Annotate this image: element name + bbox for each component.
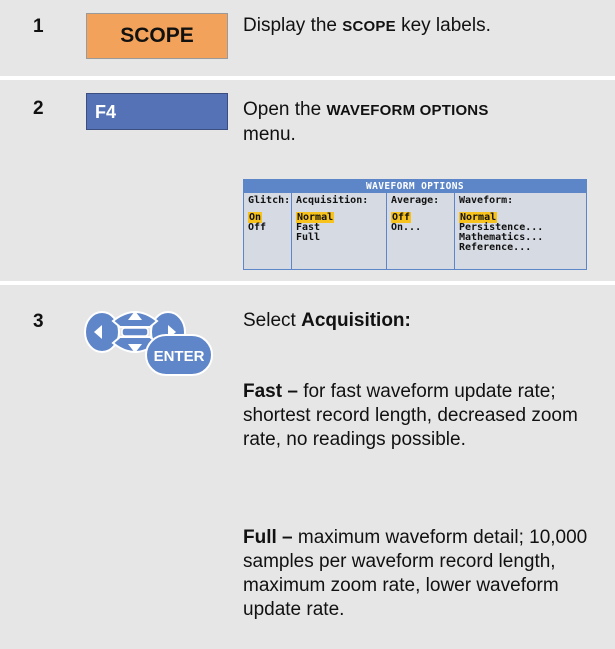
scope-key-name: SCOPE xyxy=(342,18,396,35)
scope-key-button[interactable]: SCOPE xyxy=(86,13,228,59)
menu-column-header: Acquisition: xyxy=(296,195,369,206)
step-3-panel: 3 ENTER Select Acquisition: Fast – for f… xyxy=(0,285,615,649)
menu-column-header: Waveform: xyxy=(459,195,514,206)
menu-name: WAVEFORM OPTIONS xyxy=(326,102,489,119)
step-2-panel: 2 F4 Open the WAVEFORM OPTIONS menu. WAV… xyxy=(0,80,615,281)
enter-key-label: ENTER xyxy=(154,348,205,365)
menu-title: WAVEFORM OPTIONS xyxy=(244,180,586,193)
fast-term: Fast – xyxy=(243,381,298,402)
menu-column-waveform: Waveform: Normal Persistence... Mathemat… xyxy=(455,193,586,269)
menu-column-glitch: Glitch: On Off xyxy=(244,193,292,269)
menu-column-average: Average: Off On... xyxy=(387,193,455,269)
fast-description: Fast – for fast waveform update rate; sh… xyxy=(243,381,578,450)
menu-option[interactable]: Full xyxy=(296,233,382,243)
menu-column-acquisition: Acquisition: Normal Fast Full xyxy=(292,193,387,269)
menu-option[interactable]: Reference... xyxy=(459,243,582,253)
step-1-panel: 1 SCOPE Display the SCOPE key labels. xyxy=(0,0,615,76)
step-number: 2 xyxy=(33,98,44,119)
step-number: 3 xyxy=(33,311,44,332)
full-description: Full – maximum waveform detail; 10,000 s… xyxy=(243,527,588,620)
navigation-pad-icon[interactable]: ENTER xyxy=(80,307,214,377)
menu-column-header: Glitch: xyxy=(248,195,291,206)
menu-column-header: Average: xyxy=(391,195,440,206)
f4-key-button[interactable]: F4 xyxy=(86,93,228,130)
full-term: Full – xyxy=(243,527,293,548)
step-number: 1 xyxy=(33,16,44,37)
step-3-select-heading: Select Acquisition: xyxy=(243,310,411,331)
step-2-instruction: Open the WAVEFORM OPTIONS menu. xyxy=(243,99,489,145)
waveform-options-menu: WAVEFORM OPTIONS Glitch: On Off Acquisit… xyxy=(243,179,587,270)
step-1-instruction: Display the SCOPE key labels. xyxy=(243,15,491,36)
menu-option[interactable]: On... xyxy=(391,223,450,233)
menu-option[interactable]: Off xyxy=(248,223,287,233)
